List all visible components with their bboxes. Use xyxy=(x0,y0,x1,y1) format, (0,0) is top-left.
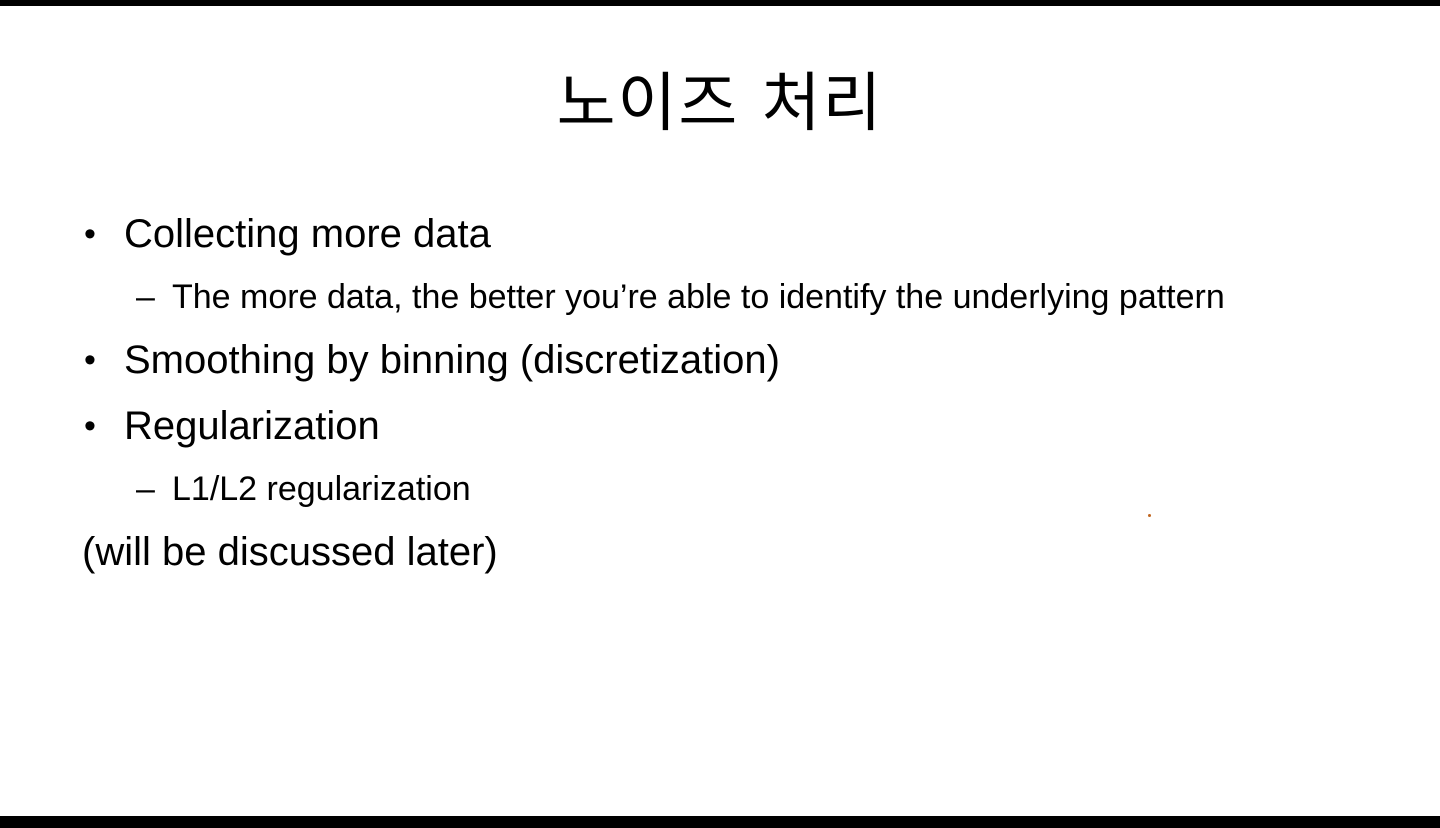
sub-bullet-item: – L1/L2 regularization xyxy=(82,464,1322,514)
slide: 노이즈 처리 • Collecting more data – The more… xyxy=(0,6,1440,816)
sub-bullet-item: – The more data, the better you’re able … xyxy=(82,272,1322,322)
bullet-text: Regularization xyxy=(124,404,380,448)
sub-bullet-text: L1/L2 regularization xyxy=(172,470,471,508)
bullet-icon: • xyxy=(84,215,96,253)
bullet-icon: • xyxy=(84,407,96,445)
dash-icon: – xyxy=(136,470,155,508)
bullet-text: Collecting more data xyxy=(124,212,491,256)
footnote: (will be discussed later) xyxy=(82,530,498,574)
slide-title: 노이즈 처리 xyxy=(556,67,884,141)
presentation-viewer: 노이즈 처리 • Collecting more data – The more… xyxy=(0,0,1440,828)
dash-icon: – xyxy=(136,278,155,316)
bullet-text: Smoothing by binning (discretization) xyxy=(124,338,780,382)
bullet-item: • Smoothing by binning (discretization) xyxy=(82,332,1322,388)
bullet-item: • Regularization xyxy=(82,398,1322,454)
slide-content: • Collecting more data – The more data, … xyxy=(82,206,1322,580)
pointer-dot xyxy=(1148,514,1151,517)
sub-bullet-text: The more data, the better you’re able to… xyxy=(172,278,1225,316)
bullet-item: • Collecting more data xyxy=(82,206,1322,262)
bullet-icon: • xyxy=(84,341,96,379)
